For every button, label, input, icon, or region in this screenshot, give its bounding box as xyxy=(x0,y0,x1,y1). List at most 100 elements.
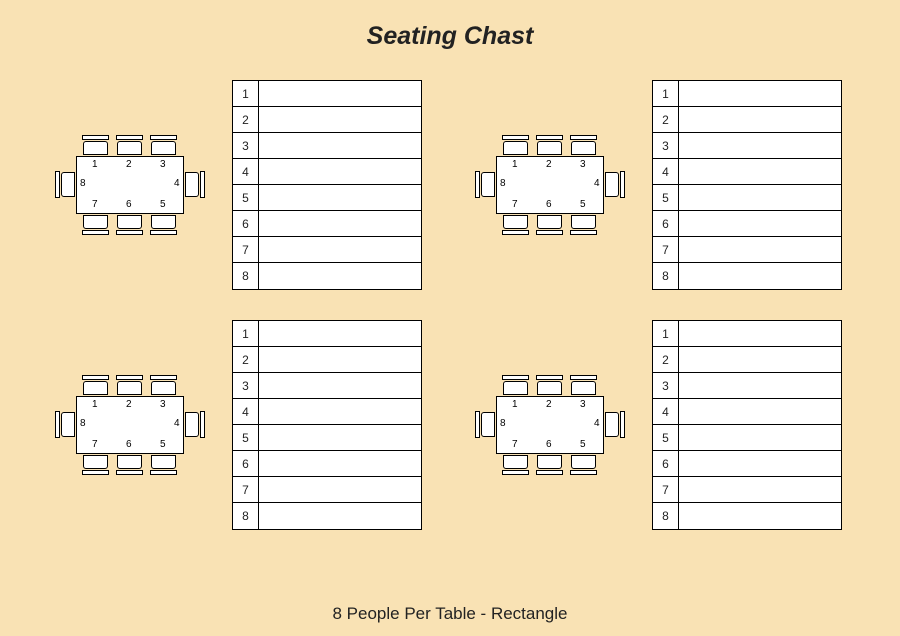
seat-number: 4 xyxy=(174,178,180,189)
chair-icon xyxy=(61,412,75,437)
chair-icon xyxy=(117,215,142,229)
row-name xyxy=(259,425,421,450)
row-number: 1 xyxy=(233,321,259,346)
seat-number: 5 xyxy=(580,439,586,450)
name-list: 1 2 3 4 5 6 7 8 xyxy=(232,80,422,290)
list-row: 7 xyxy=(233,237,421,263)
seat-number: 2 xyxy=(126,399,132,410)
chair-icon xyxy=(605,172,619,197)
row-name xyxy=(259,347,421,372)
row-name xyxy=(679,373,841,398)
row-name xyxy=(259,159,421,184)
chair-icon xyxy=(571,215,596,229)
list-row: 4 xyxy=(653,399,841,425)
list-row: 6 xyxy=(653,211,841,237)
chair-icon xyxy=(151,455,176,469)
list-row: 5 xyxy=(233,185,421,211)
seat-number: 3 xyxy=(160,399,166,410)
name-list: 1 2 3 4 5 6 7 8 xyxy=(652,320,842,530)
chair-back-icon xyxy=(116,470,143,475)
table-block: 1 2 3 4 5 6 7 8 1 2 3 4 5 6 7 8 xyxy=(470,320,870,530)
seat-number: 6 xyxy=(546,439,552,450)
table-block: 1 2 3 4 5 6 7 8 1 2 3 4 5 6 7 8 xyxy=(50,320,450,530)
seat-number: 8 xyxy=(80,178,86,189)
name-list: 1 2 3 4 5 6 7 8 xyxy=(232,320,422,530)
list-row: 7 xyxy=(653,237,841,263)
row-number: 7 xyxy=(653,237,679,262)
row-number: 3 xyxy=(233,133,259,158)
row-name xyxy=(259,185,421,210)
row-name xyxy=(679,185,841,210)
seat-number: 7 xyxy=(92,199,98,210)
chair-icon xyxy=(537,141,562,155)
row-name xyxy=(679,321,841,346)
row-number: 3 xyxy=(653,133,679,158)
list-row: 2 xyxy=(653,347,841,373)
chair-back-icon xyxy=(82,375,109,380)
chair-back-icon xyxy=(620,411,625,438)
table-diagram: 1 2 3 4 5 6 7 8 xyxy=(50,130,210,240)
list-row: 8 xyxy=(233,263,421,289)
name-list: 1 2 3 4 5 6 7 8 xyxy=(652,80,842,290)
row-number: 2 xyxy=(233,107,259,132)
chair-back-icon xyxy=(200,171,205,198)
chair-back-icon xyxy=(150,230,177,235)
chair-icon xyxy=(151,141,176,155)
row-number: 3 xyxy=(233,373,259,398)
row-number: 8 xyxy=(653,263,679,289)
row-name xyxy=(679,477,841,502)
row-number: 5 xyxy=(233,185,259,210)
row-number: 4 xyxy=(233,159,259,184)
row-name xyxy=(259,211,421,236)
row-name xyxy=(259,263,421,289)
list-row: 4 xyxy=(653,159,841,185)
seat-number: 1 xyxy=(512,399,518,410)
chair-back-icon xyxy=(150,135,177,140)
seat-number: 5 xyxy=(160,199,166,210)
list-row: 1 xyxy=(233,321,421,347)
chair-icon xyxy=(503,215,528,229)
list-row: 2 xyxy=(653,107,841,133)
row-number: 5 xyxy=(653,185,679,210)
table-diagram: 1 2 3 4 5 6 7 8 xyxy=(470,130,630,240)
seat-number: 2 xyxy=(126,159,132,170)
chair-back-icon xyxy=(502,470,529,475)
list-row: 3 xyxy=(653,373,841,399)
chair-icon xyxy=(571,381,596,395)
chair-back-icon xyxy=(475,411,480,438)
row-name xyxy=(259,81,421,106)
list-row: 3 xyxy=(653,133,841,159)
table-diagram: 1 2 3 4 5 6 7 8 xyxy=(50,370,210,480)
chair-icon xyxy=(117,455,142,469)
list-row: 6 xyxy=(653,451,841,477)
row-name xyxy=(679,263,841,289)
table-block: 1 2 3 4 5 6 7 8 1 2 3 4 5 6 7 8 xyxy=(470,80,870,290)
row-number: 1 xyxy=(233,81,259,106)
row-number: 6 xyxy=(653,451,679,476)
list-row: 5 xyxy=(233,425,421,451)
chair-icon xyxy=(537,455,562,469)
chair-icon xyxy=(503,381,528,395)
chair-back-icon xyxy=(475,171,480,198)
row-number: 4 xyxy=(233,399,259,424)
row-name xyxy=(679,107,841,132)
chair-icon xyxy=(537,381,562,395)
chair-icon xyxy=(83,381,108,395)
chair-icon xyxy=(481,412,495,437)
seat-number: 3 xyxy=(160,159,166,170)
list-row: 6 xyxy=(233,451,421,477)
row-name xyxy=(679,425,841,450)
seat-number: 8 xyxy=(80,418,86,429)
row-name xyxy=(679,399,841,424)
chair-icon xyxy=(83,455,108,469)
chair-icon xyxy=(117,381,142,395)
chair-back-icon xyxy=(116,375,143,380)
seat-number: 4 xyxy=(594,418,600,429)
list-row: 4 xyxy=(233,159,421,185)
chair-back-icon xyxy=(536,230,563,235)
chair-icon xyxy=(117,141,142,155)
list-row: 7 xyxy=(233,477,421,503)
list-row: 7 xyxy=(653,477,841,503)
seat-number: 6 xyxy=(546,199,552,210)
row-name xyxy=(259,503,421,529)
